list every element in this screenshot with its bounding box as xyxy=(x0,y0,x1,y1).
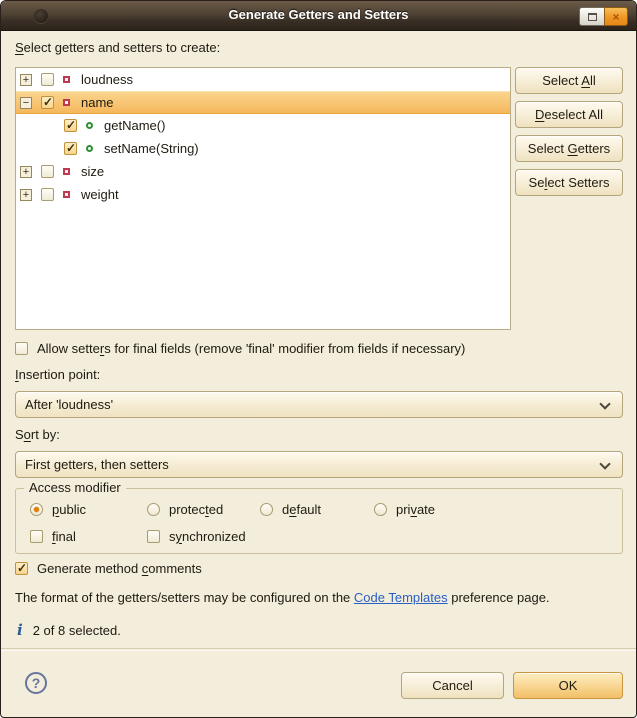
radio-default[interactable]: default xyxy=(260,502,374,517)
radio-icon xyxy=(374,503,387,516)
tree-row-size[interactable]: + size xyxy=(16,160,510,183)
members-tree[interactable]: + loudness − name getName() setName(Stri… xyxy=(15,67,511,330)
status-line: i 2 of 8 selected. xyxy=(17,621,121,639)
generate-comments-checkbox[interactable] xyxy=(15,562,28,575)
tree-row-label: getName() xyxy=(104,118,165,133)
generate-comments-label: Generate method comments xyxy=(37,561,202,576)
tree-row-label: weight xyxy=(81,187,119,202)
field-icon xyxy=(63,168,70,175)
radio-default-label: default xyxy=(282,502,321,517)
format-note-text: preference page. xyxy=(448,590,550,605)
deselect-all-button[interactable]: Deselect All xyxy=(515,101,623,128)
radio-public-label: public xyxy=(52,502,86,517)
format-note: The format of the getters/setters may be… xyxy=(15,590,550,605)
select-getters-button[interactable]: Select Getters xyxy=(515,135,623,162)
select-setters-button[interactable]: Select Setters xyxy=(515,169,623,196)
synchronized-label: synchronized xyxy=(169,529,246,544)
tree-row-loudness[interactable]: + loudness xyxy=(16,68,510,91)
allow-setters-checkbox-row[interactable]: Allow setters for final fields (remove '… xyxy=(15,341,465,356)
final-label: final xyxy=(52,529,76,544)
collapse-icon[interactable]: − xyxy=(20,97,32,109)
allow-setters-checkbox[interactable] xyxy=(15,342,28,355)
radio-protected[interactable]: protected xyxy=(147,502,260,517)
ok-button[interactable]: OK xyxy=(513,672,623,699)
field-icon xyxy=(63,76,70,83)
status-text: 2 of 8 selected. xyxy=(33,623,121,638)
method-icon xyxy=(86,145,93,152)
insertion-point-label: Insertion point: xyxy=(15,367,100,382)
field-icon xyxy=(63,191,70,198)
insertion-point-value: After 'loudness' xyxy=(25,397,113,412)
select-caption-label: Select getters and setters to create: xyxy=(15,40,220,55)
window-title: Generate Getters and Setters xyxy=(1,7,636,22)
info-icon: i xyxy=(17,621,23,639)
format-note-text: The format of the getters/setters may be… xyxy=(15,590,354,605)
field-icon xyxy=(63,99,70,106)
maximize-icon xyxy=(588,13,597,21)
tree-row-label: name xyxy=(81,95,114,110)
final-checkbox-item[interactable]: final xyxy=(30,529,147,544)
tree-row-label: setName(String) xyxy=(104,141,199,156)
access-modifier-checks: final synchronized xyxy=(30,529,246,544)
radio-icon xyxy=(260,503,273,516)
tree-row-name[interactable]: − name xyxy=(16,91,510,114)
row-checkbox[interactable] xyxy=(41,188,54,201)
window-controls: × xyxy=(579,7,628,26)
tree-row-getname[interactable]: getName() xyxy=(16,114,510,137)
close-button[interactable]: × xyxy=(604,7,628,26)
radio-protected-label: protected xyxy=(169,502,223,517)
radio-icon xyxy=(147,503,160,516)
generate-getters-setters-dialog: Generate Getters and Setters × Select ge… xyxy=(0,0,637,718)
help-button[interactable]: ? xyxy=(25,672,47,694)
allow-setters-label: Allow setters for final fields (remove '… xyxy=(37,341,465,356)
access-modifier-group: Access modifier public protected default… xyxy=(15,488,623,554)
radio-private[interactable]: private xyxy=(374,502,435,517)
row-checkbox[interactable] xyxy=(64,119,77,132)
radio-selected-icon xyxy=(30,503,43,516)
row-checkbox[interactable] xyxy=(64,142,77,155)
chevron-down-icon xyxy=(599,458,610,469)
row-checkbox[interactable] xyxy=(41,96,54,109)
synchronized-checkbox-item[interactable]: synchronized xyxy=(147,529,246,544)
final-checkbox[interactable] xyxy=(30,530,43,543)
window-titlebar[interactable]: Generate Getters and Setters × xyxy=(1,1,636,31)
radio-public[interactable]: public xyxy=(30,502,147,517)
expand-icon[interactable]: + xyxy=(20,166,32,178)
sort-by-select[interactable]: First getters, then setters xyxy=(15,451,623,478)
cancel-button[interactable]: Cancel xyxy=(401,672,504,699)
close-icon: × xyxy=(612,11,619,23)
sort-by-value: First getters, then setters xyxy=(25,457,169,472)
row-checkbox[interactable] xyxy=(41,73,54,86)
generate-comments-row[interactable]: Generate method comments xyxy=(15,561,202,576)
tree-row-label: size xyxy=(81,164,104,179)
tree-row-label: loudness xyxy=(81,72,133,87)
access-modifier-legend: Access modifier xyxy=(24,480,126,495)
sort-by-label: Sort by: xyxy=(15,427,60,442)
tree-row-setname[interactable]: setName(String) xyxy=(16,137,510,160)
access-modifier-radios: public protected default private xyxy=(30,502,435,517)
chevron-down-icon xyxy=(599,398,610,409)
footer-separator xyxy=(1,648,636,650)
insertion-point-select[interactable]: After 'loudness' xyxy=(15,391,623,418)
code-templates-link[interactable]: Code Templates xyxy=(354,590,448,605)
synchronized-checkbox[interactable] xyxy=(147,530,160,543)
select-all-button[interactable]: Select All xyxy=(515,67,623,94)
expand-icon[interactable]: + xyxy=(20,189,32,201)
maximize-button[interactable] xyxy=(579,7,604,26)
tree-row-weight[interactable]: + weight xyxy=(16,183,510,206)
row-checkbox[interactable] xyxy=(41,165,54,178)
radio-private-label: private xyxy=(396,502,435,517)
method-icon xyxy=(86,122,93,129)
expand-icon[interactable]: + xyxy=(20,74,32,86)
